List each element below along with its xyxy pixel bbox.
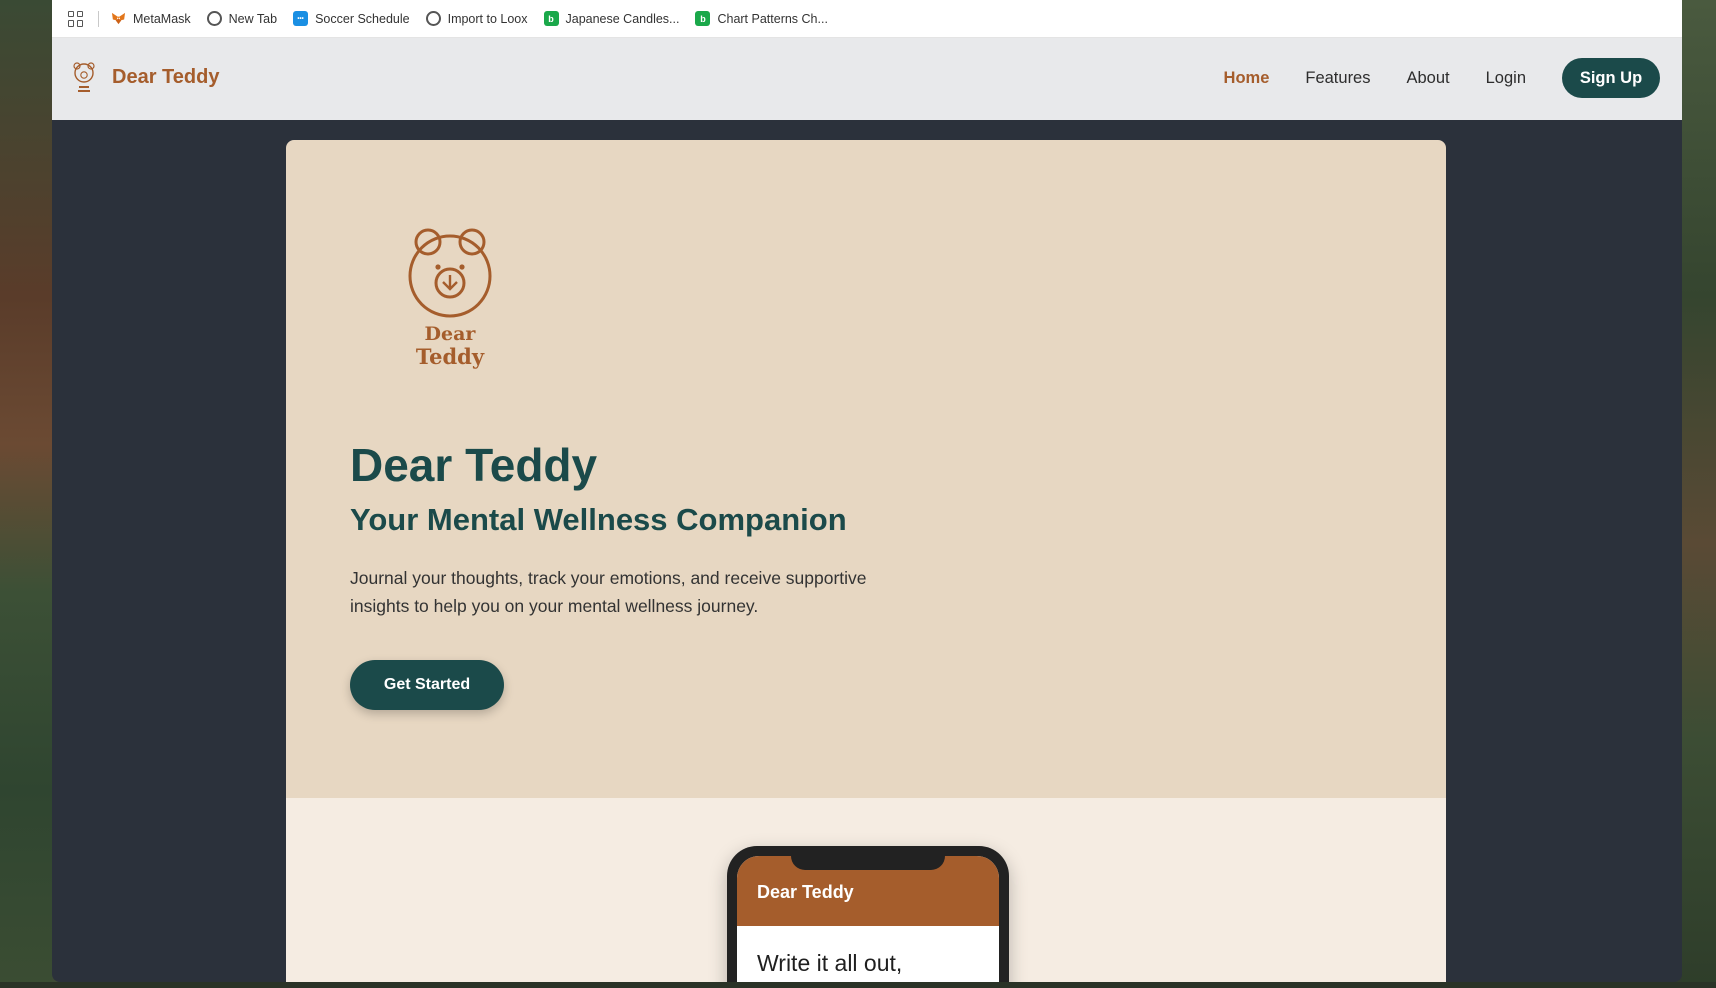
hero-subtitle: Your Mental Wellness Companion [350,502,847,537]
b-green-icon: b [695,11,711,26]
hero-logo-text-dear: Dear [425,323,477,345]
bookmark-japanese-candles[interactable]: b Japanese Candles... [543,11,680,26]
brand-name[interactable]: Dear Teddy [112,66,219,89]
bookmark-import-to-loox[interactable]: Import to Loox [425,11,528,26]
phone-notch [791,846,945,870]
app-preview-section: Dear Teddy Write it all out, [286,798,1446,982]
b-green-icon: b [543,11,559,26]
nav-link-features[interactable]: Features [1305,69,1370,88]
nav-link-about[interactable]: About [1407,69,1450,88]
teddy-logo-icon[interactable] [70,62,98,96]
bookmark-label: Japanese Candles... [565,11,680,26]
phone-mockup: Dear Teddy Write it all out, [727,846,1009,982]
phone-screen: Dear Teddy Write it all out, [737,856,999,982]
desktop-background-right [1682,0,1716,988]
bookmark-new-tab[interactable]: New Tab [206,11,278,26]
bookmark-metamask[interactable]: MetaMask [111,11,191,26]
bookmark-label: Chart Patterns Ch... [717,11,828,26]
desktop-background-bottom [0,982,1716,988]
hero-description: Journal your thoughts, track your emotio… [350,568,867,616]
teddy-hero-logo-icon: Dear Teddy [408,228,492,369]
globe-icon [206,11,222,26]
browser-window: MetaMask New Tab ••• Soccer Schedule Imp… [52,0,1682,982]
soccer-schedule-icon: ••• [293,11,309,26]
get-started-button[interactable]: Get Started [350,660,504,710]
bookmark-label: Import to Loox [447,11,528,26]
phone-app-body-text: Write it all out, [757,950,903,976]
hero-logo-text-teddy: Teddy [416,344,485,369]
metamask-fox-icon [111,11,126,26]
nav-link-login[interactable]: Login [1486,69,1526,88]
nav-link-home[interactable]: Home [1224,69,1270,88]
globe-icon [425,11,441,26]
site-navbar: Dear Teddy Home Features About Login Sig… [52,38,1682,120]
sign-up-button[interactable]: Sign Up [1562,58,1660,98]
hero-title: Dear Teddy [350,439,598,491]
bookmark-label: New Tab [228,11,278,26]
hero-section: Dear Teddy Dear Teddy Your Mental Wellne… [286,140,1446,798]
desktop-background-left [0,0,52,988]
bookmark-chart-patterns[interactable]: b Chart Patterns Ch... [695,11,828,26]
bookmark-label: Soccer Schedule [315,11,410,26]
apps-grid-icon[interactable] [68,10,84,27]
bookmarks-bar: MetaMask New Tab ••• Soccer Schedule Imp… [52,0,1682,38]
bookmark-soccer-schedule[interactable]: ••• Soccer Schedule [293,11,410,26]
nav-links: Home Features About Login Sign Up [1224,58,1660,98]
bookmarks-divider [98,10,99,27]
bookmark-label: MetaMask [133,11,191,26]
